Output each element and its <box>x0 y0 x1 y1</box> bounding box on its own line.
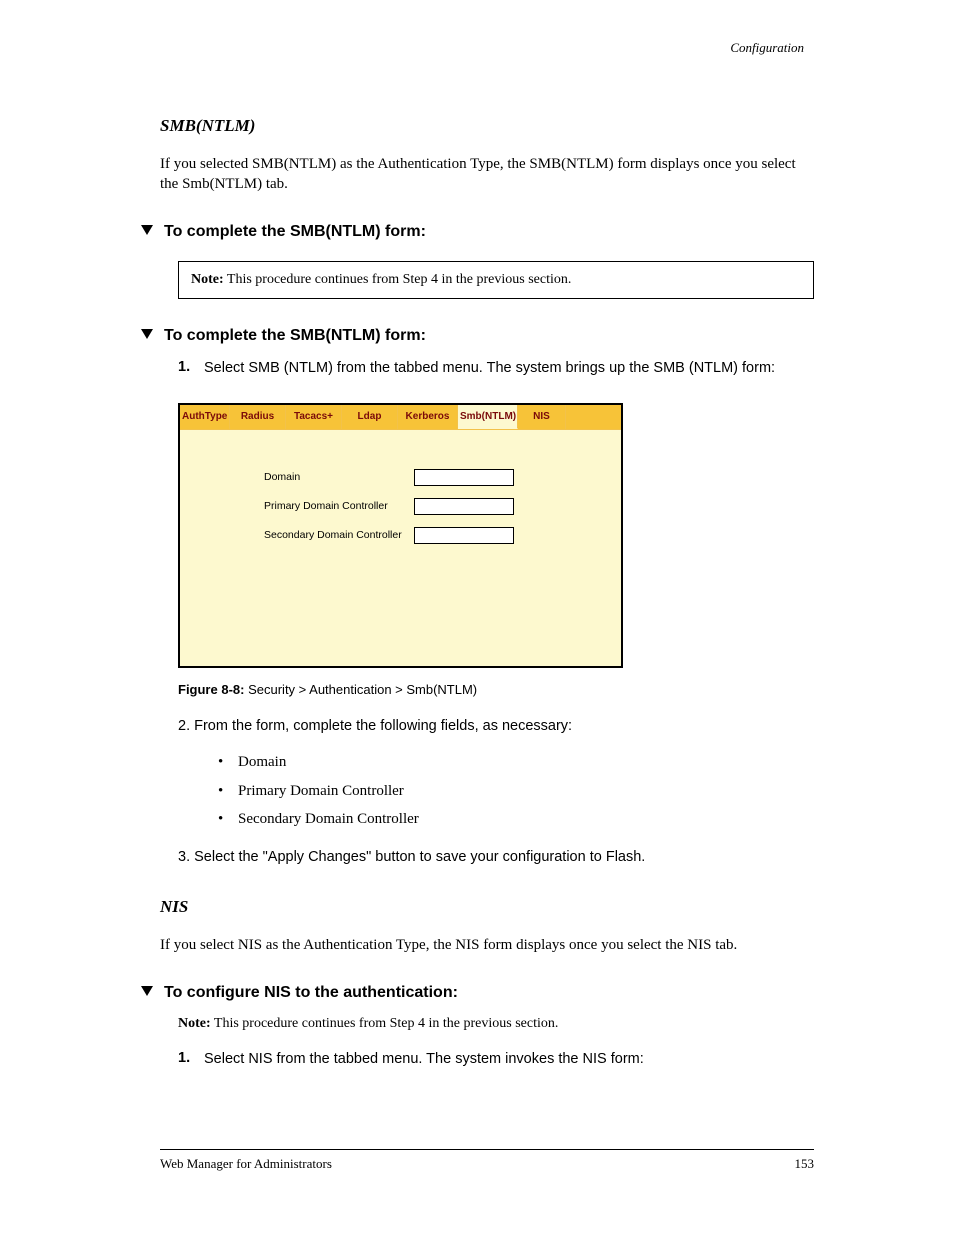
procedure-heading: To configure NIS to the authentication: <box>140 984 814 1002</box>
step-number: 1. <box>178 1050 192 1066</box>
step-text: Select SMB (NTLM) from the tabbed menu. … <box>204 359 775 379</box>
tab-filler <box>566 405 621 429</box>
note-label: Note: <box>178 1016 211 1031</box>
procedure-title: To complete the SMB(NTLM) form: <box>164 223 426 241</box>
note-text: This procedure continues from Step 4 in … <box>214 1016 558 1031</box>
page-footer: Web Manager for Administrators 153 <box>160 1149 814 1173</box>
note-inline: Note: This procedure continues from Step… <box>178 1016 814 1032</box>
settings-panel: AuthType Radius Tacacs+ Ldap Kerberos Sm… <box>178 403 623 668</box>
note-box: Note: This procedure continues from Step… <box>178 261 814 300</box>
input-sdc[interactable] <box>414 527 514 544</box>
procedure-title: To complete the SMB(NTLM) form: <box>164 327 426 345</box>
form-row-domain: Domain <box>264 469 581 486</box>
form-row-pdc: Primary Domain Controller <box>264 498 581 515</box>
procedure-heading: To complete the SMB(NTLM) form: <box>140 223 814 241</box>
note-text: This procedure continues from Step 4 in … <box>227 272 571 287</box>
input-pdc[interactable] <box>414 498 514 515</box>
page-header: Configuration <box>160 40 814 56</box>
input-domain[interactable] <box>414 469 514 486</box>
list-item: •Domain <box>218 748 814 777</box>
label-sdc: Secondary Domain Controller <box>264 527 414 542</box>
list-text: Primary Domain Controller <box>238 777 404 806</box>
tab-radius[interactable]: Radius <box>230 405 286 429</box>
step-number: 1. <box>178 359 192 375</box>
tab-authtype[interactable]: AuthType <box>180 405 230 429</box>
list-item: •Primary Domain Controller <box>218 777 814 806</box>
list-item: •Secondary Domain Controller <box>218 805 814 834</box>
section-heading-nis: NIS <box>160 897 814 917</box>
step-item: 2. From the form, complete the following… <box>178 717 814 737</box>
step-item: 3. Select the "Apply Changes" button to … <box>178 848 814 868</box>
tab-nis[interactable]: NIS <box>518 405 566 429</box>
footer-left: Web Manager for Administrators <box>160 1156 332 1173</box>
paragraph: If you select NIS as the Authentication … <box>160 935 814 955</box>
step-item: 1. Select SMB (NTLM) from the tabbed men… <box>178 359 814 379</box>
figure-caption: Figure 8-8: Security > Authentication > … <box>178 682 814 697</box>
figure-number: Figure 8-8: <box>178 682 244 697</box>
step-text: 2. From the form, complete the following… <box>178 717 572 737</box>
form-row-sdc: Secondary Domain Controller <box>264 527 581 544</box>
label-domain: Domain <box>264 469 414 484</box>
tab-smb[interactable]: Smb(NTLM) <box>458 405 518 429</box>
form-area: Domain Primary Domain Controller Seconda… <box>180 429 621 576</box>
procedure-title: To configure NIS to the authentication: <box>164 984 458 1002</box>
triangle-down-icon <box>140 327 154 341</box>
tab-tacacs[interactable]: Tacacs+ <box>286 405 342 429</box>
triangle-down-icon <box>140 223 154 237</box>
procedure-heading: To complete the SMB(NTLM) form: <box>140 327 814 345</box>
paragraph: If you selected SMB(NTLM) as the Authent… <box>160 154 814 195</box>
step-text: 3. Select the "Apply Changes" button to … <box>178 848 645 868</box>
step-text: Select NIS from the tabbed menu. The sys… <box>204 1050 644 1070</box>
list-text: Domain <box>238 748 286 777</box>
tab-ldap[interactable]: Ldap <box>342 405 398 429</box>
figure-text: Security > Authentication > Smb(NTLM) <box>248 682 477 697</box>
label-pdc: Primary Domain Controller <box>264 498 414 513</box>
tab-kerberos[interactable]: Kerberos <box>398 405 458 429</box>
step-item: 1. Select NIS from the tabbed menu. The … <box>178 1050 814 1070</box>
section-heading-smb: SMB(NTLM) <box>160 116 814 136</box>
footer-page-number: 153 <box>795 1156 815 1173</box>
breadcrumb: Configuration <box>730 40 804 55</box>
triangle-down-icon <box>140 984 154 998</box>
note-label: Note: <box>191 272 224 287</box>
list-text: Secondary Domain Controller <box>238 805 419 834</box>
tab-bar: AuthType Radius Tacacs+ Ldap Kerberos Sm… <box>180 405 621 429</box>
